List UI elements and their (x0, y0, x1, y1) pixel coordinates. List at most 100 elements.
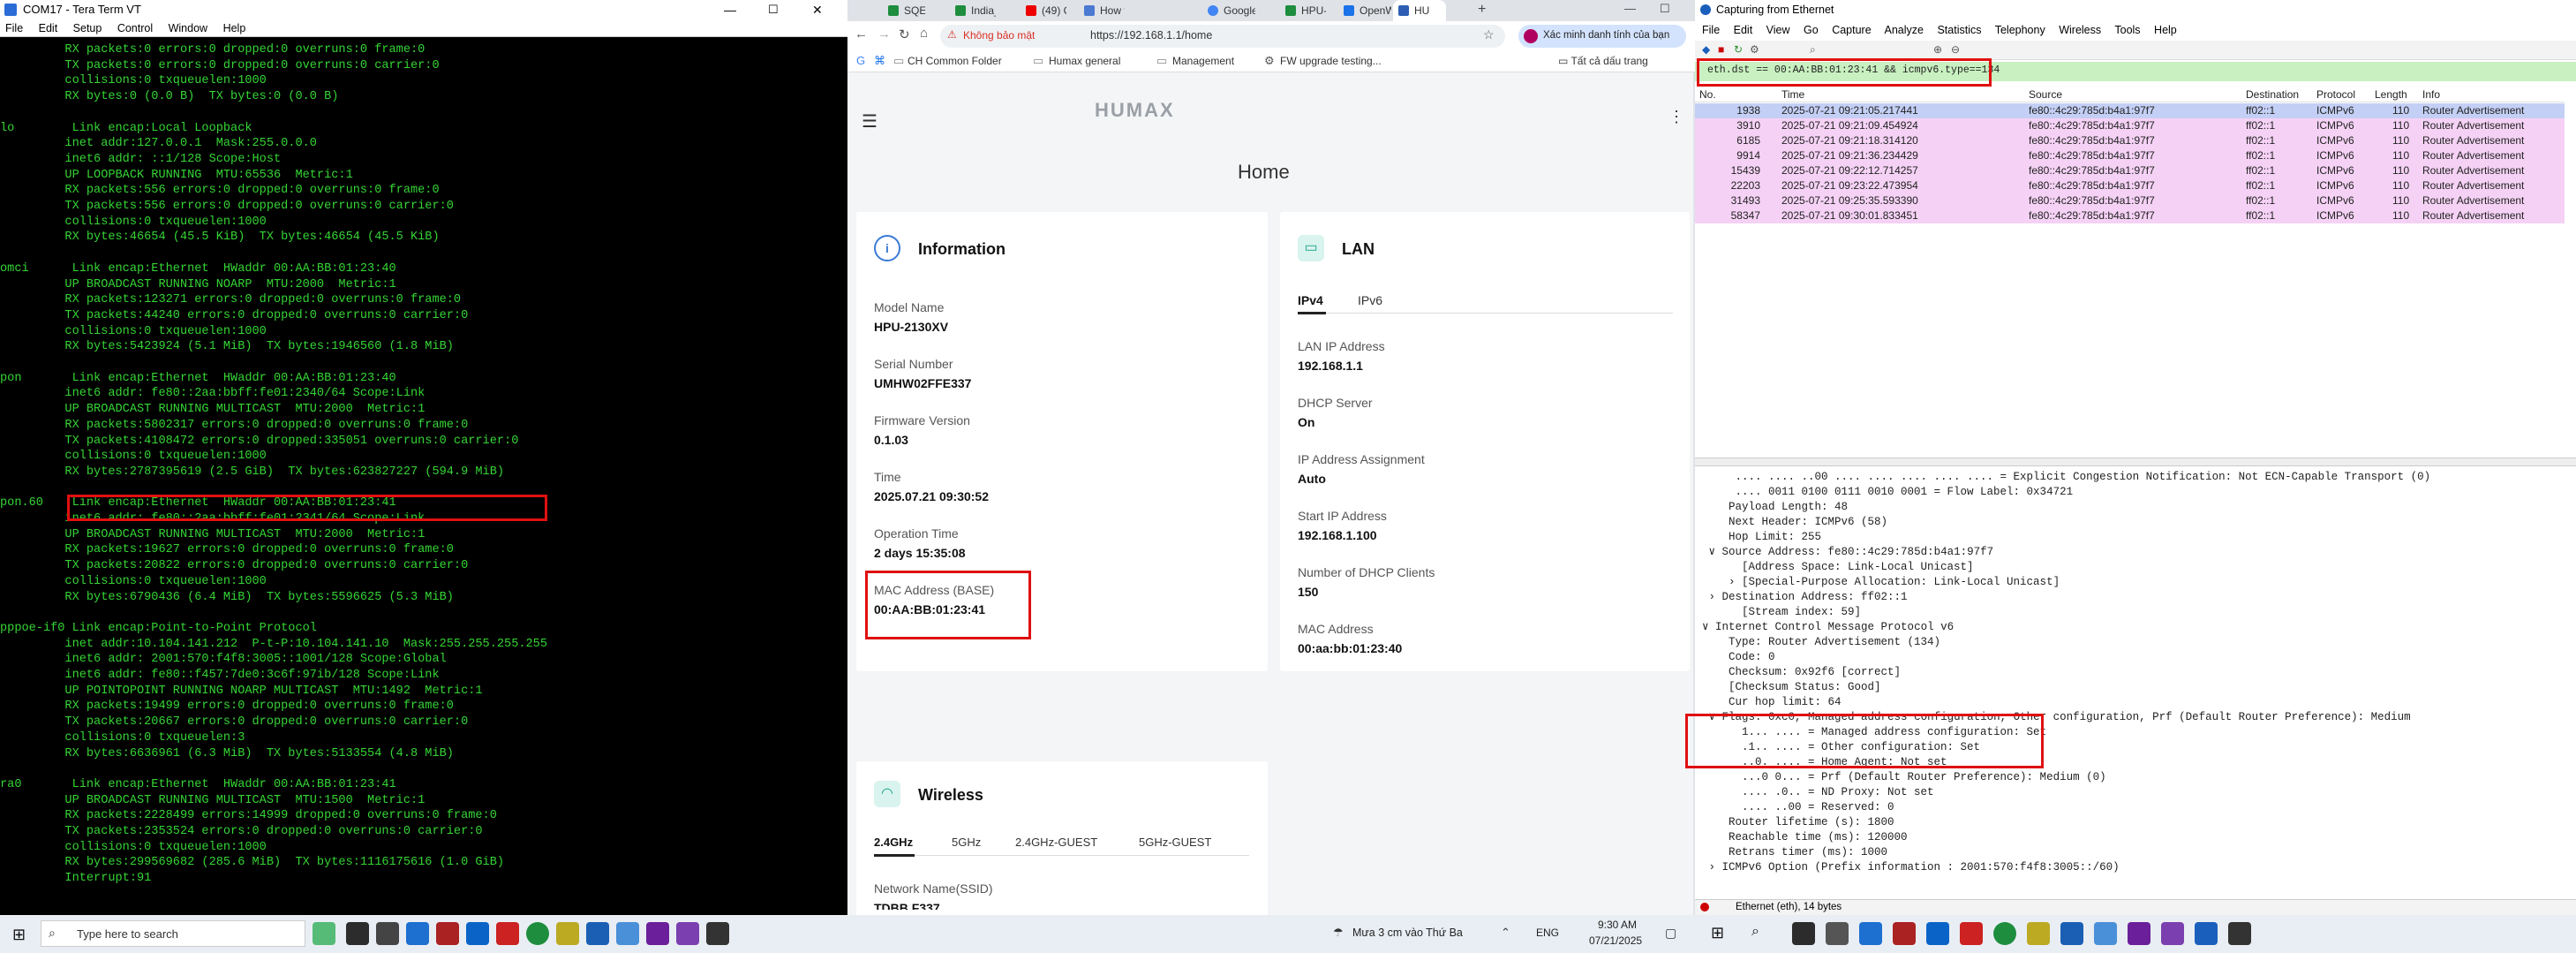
ws-menu-telephony[interactable]: Telephony (1995, 24, 2045, 36)
app-icon[interactable] (1859, 922, 1882, 945)
teraterm-icon[interactable] (706, 922, 729, 945)
packet-row[interactable]: 31493 2025-07-21 09:25:35.593390 fe80::4c2… (1695, 193, 2565, 208)
omnibox[interactable]: ⚠ Không bảo mật https://192.168.1.1/home… (940, 25, 1505, 48)
wireshark-icon[interactable] (2195, 922, 2218, 945)
terminal-output[interactable]: RX packets:0 errors:0 dropped:0 overruns… (0, 37, 847, 915)
chrome-icon[interactable] (526, 922, 549, 945)
tab-google[interactable]: Google (1202, 0, 1255, 21)
packet-row[interactable]: 1938 2025-07-21 09:21:05.217441 fe80::4c29… (1695, 103, 2565, 118)
app-icon[interactable] (376, 922, 399, 945)
app-icon[interactable] (616, 922, 639, 945)
detail-line[interactable]: Type: Router Advertisement (134) (1702, 635, 1940, 650)
col-time[interactable]: Time (1781, 87, 1804, 102)
tab-humax-active[interactable]: HU (1393, 0, 1446, 21)
ws-menu-view[interactable]: View (1766, 24, 1790, 36)
taskbar-search[interactable]: ⌕ Type here to search (41, 920, 305, 947)
detail-line[interactable]: › ICMPv6 Option (Prefix information : 20… (1702, 860, 2120, 875)
ws-menu-go[interactable]: Go (1804, 24, 1819, 36)
bookmark-star-icon[interactable]: ☆ (1483, 27, 1495, 42)
minimize-icon[interactable]: — (1624, 2, 1636, 15)
packet-row[interactable]: 22203 2025-07-21 09:23:22.473954 fe80::4c2… (1695, 178, 2565, 193)
app-icon[interactable] (2027, 922, 2050, 945)
chrome-icon[interactable] (1993, 922, 2016, 945)
ws-menu-analyze[interactable]: Analyze (1884, 24, 1923, 36)
hamburger-menu-icon[interactable]: ☰ (862, 110, 877, 132)
tab-sqe[interactable]: SQE_Ch (883, 0, 925, 21)
app-icon[interactable] (1792, 922, 1815, 945)
outlook-icon[interactable] (466, 922, 489, 945)
maximize-icon[interactable]: ☐ (768, 0, 779, 19)
onenote-icon[interactable] (2161, 922, 2184, 945)
packet-row[interactable]: 9914 2025-07-21 09:21:36.234429 fe80::4c29… (1695, 148, 2565, 163)
col-protocol[interactable]: Protocol (2316, 87, 2355, 102)
windows-start-icon[interactable]: ⊞ (1711, 924, 1724, 942)
detail-line[interactable]: Payload Length: 48 (1702, 500, 1848, 515)
col-destination[interactable]: Destination (2246, 87, 2299, 102)
detail-line[interactable]: ∨ Source Address: fe80::4c29:785d:b4a1:9… (1702, 545, 1994, 560)
detail-line[interactable]: Cur hop limit: 64 (1702, 695, 1842, 710)
bookmark-all[interactable]: ▭ Tất cả dấu trang (1558, 55, 1648, 67)
filezilla-icon[interactable] (496, 922, 519, 945)
packet-details-pane[interactable]: .... .... ..00 .... .... .... .... .... … (1695, 470, 2576, 892)
ws-menu-edit[interactable]: Edit (1734, 24, 1753, 36)
detail-line[interactable]: .... 0011 0100 0111 0010 0001 = Flow Lab… (1702, 485, 2074, 500)
col-length[interactable]: Length (2375, 87, 2407, 102)
detail-line[interactable]: Hop Limit: 255 (1702, 530, 1821, 545)
packet-row[interactable]: 15439 2025-07-21 09:22:12.714257 fe80::4c2… (1695, 163, 2565, 178)
forward-icon[interactable]: → (877, 26, 891, 42)
menu-edit[interactable]: Edit (39, 22, 58, 34)
bookmark-fw-upgrade[interactable]: FW upgrade testing... (1280, 55, 1382, 67)
app-icon[interactable] (346, 922, 369, 945)
detail-line[interactable]: ...0 0... = Prf (Default Router Preferen… (1702, 770, 2106, 785)
tray-chevron-icon[interactable]: ⌃ (1501, 926, 1510, 940)
tab-youtube[interactable]: (49) Ở (1021, 0, 1066, 21)
packet-details-tree[interactable]: .... .... ..00 .... .... .... .... .... … (1695, 470, 2576, 892)
onenote-icon[interactable] (676, 922, 699, 945)
detail-line[interactable]: Retrans timer (ms): 1000 (1702, 845, 1887, 860)
detail-line[interactable]: .... .0.. = ND Proxy: Not set (1702, 785, 1934, 800)
tab-24ghz[interactable]: 2.4GHz (874, 836, 913, 849)
stop-capture-icon[interactable]: ■ (1718, 43, 1724, 56)
menu-help[interactable]: Help (223, 22, 246, 34)
restart-capture-icon[interactable]: ↻ (1734, 43, 1743, 56)
notification-icon[interactable]: ▢ (1665, 926, 1676, 941)
tab-5ghz[interactable]: 5GHz (952, 836, 981, 849)
detail-line[interactable]: [Stream index: 59] (1702, 605, 1861, 620)
tab-24ghz-guest[interactable]: 2.4GHz-GUEST (1015, 836, 1097, 849)
bookmark-management[interactable]: Management (1172, 55, 1234, 67)
weather-text[interactable]: Mưa 3 cm vào Thứ Ba (1352, 927, 1463, 939)
options-icon[interactable]: ⚙ (1750, 43, 1759, 56)
reload-icon[interactable]: ↻ (899, 26, 910, 42)
new-tab-icon[interactable]: + (1478, 2, 1486, 18)
find-icon[interactable]: ⌕ (1810, 43, 1816, 57)
detail-line[interactable]: Reachable time (ms): 120000 (1702, 830, 1908, 845)
tab-hpu[interactable]: HPU-2 (1280, 0, 1326, 21)
home-icon[interactable]: ⌂ (920, 26, 928, 41)
app-icon[interactable] (1893, 922, 1916, 945)
detail-line[interactable]: ∨ Internet Control Message Protocol v6 (1702, 620, 1954, 635)
app-icon[interactable] (2094, 922, 2117, 945)
bookmark-ch-common[interactable]: CH Common Folder (908, 55, 1002, 67)
pane-splitter[interactable] (1695, 458, 2576, 466)
tab-ipv6[interactable]: IPv6 (1358, 293, 1382, 307)
menu-control[interactable]: Control (117, 22, 153, 34)
tab-india[interactable]: India_T (950, 0, 996, 21)
bookmark-humax-general[interactable]: Humax general (1049, 55, 1120, 67)
col-source[interactable]: Source (2029, 87, 2062, 102)
packet-row[interactable]: 3910 2025-07-21 09:21:09.454924 fe80::4c29… (1695, 118, 2565, 133)
windows-start-icon[interactable]: ⊞ (12, 926, 26, 944)
clock-time[interactable]: 9:30 AM (1598, 919, 1637, 931)
packet-row[interactable]: 6185 2025-07-21 09:21:18.314120 fe80::4c29… (1695, 133, 2565, 148)
col-info[interactable]: Info (2422, 87, 2440, 102)
tab-5ghz-guest[interactable]: 5GHz-GUEST (1139, 836, 1211, 849)
detail-line[interactable]: › [Special-Purpose Allocation: Link-Loca… (1702, 575, 2060, 590)
detail-line[interactable]: Code: 0 (1702, 650, 1775, 665)
ws-menu-tools[interactable]: Tools (2114, 24, 2140, 36)
detail-line[interactable]: › Destination Address: ff02::1 (1702, 590, 1908, 605)
onenote-icon[interactable] (646, 922, 669, 945)
menu-window[interactable]: Window (169, 22, 207, 34)
col-no[interactable]: No. (1699, 87, 1716, 102)
clock-date[interactable]: 07/21/2025 (1589, 934, 1642, 947)
minimize-icon[interactable]: — (724, 0, 736, 19)
filezilla-icon[interactable] (1960, 922, 1983, 945)
